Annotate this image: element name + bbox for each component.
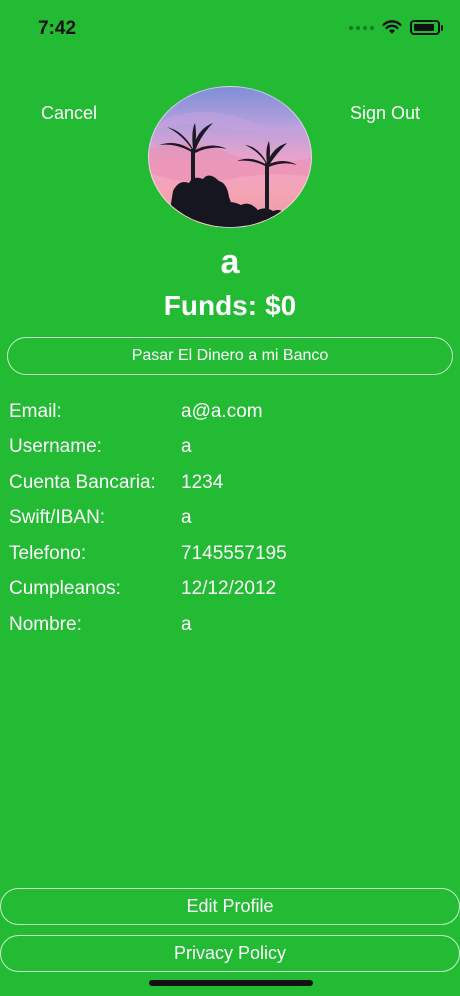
info-row-username: Username: a	[9, 430, 449, 466]
sign-out-button[interactable]: Sign Out	[350, 103, 420, 124]
bank-account-value: 1234	[181, 471, 224, 493]
funds-value: $0	[265, 290, 297, 321]
user-name: a	[220, 243, 240, 281]
username-label: Username:	[9, 436, 102, 458]
info-row-swift: Swift/IBAN: a	[9, 501, 449, 537]
email-label: Email:	[9, 400, 62, 422]
privacy-policy-button[interactable]: Privacy Policy	[0, 935, 460, 972]
battery-icon	[410, 20, 443, 35]
username-value: a	[181, 436, 192, 458]
info-row-birthday: Cumpleanos: 12/12/2012	[9, 572, 449, 608]
status-time: 7:42	[38, 18, 77, 39]
info-row-email: Email: a@a.com	[9, 394, 449, 430]
funds-label: Funds:	[163, 290, 258, 321]
phone-value: 7145557195	[181, 542, 287, 564]
funds-display: Funds: $0	[0, 290, 460, 322]
status-bar: 7:42	[0, 0, 460, 56]
palm-tree-photo	[149, 111, 311, 227]
info-row-name: Nombre: a	[9, 607, 449, 643]
avatar[interactable]	[148, 86, 312, 228]
swift-label: Swift/IBAN:	[9, 507, 106, 529]
info-row-bank-account: Cuenta Bancaria: 1234	[9, 465, 449, 501]
phone-label: Telefono:	[9, 542, 87, 564]
name-value: a	[181, 613, 192, 635]
info-row-phone: Telefono: 7145557195	[9, 536, 449, 572]
bank-account-label: Cuenta Bancaria:	[9, 471, 156, 493]
edit-profile-button[interactable]: Edit Profile	[0, 888, 460, 925]
wifi-icon	[382, 20, 402, 34]
transfer-to-bank-button[interactable]: Pasar El Dinero a mi Banco	[7, 337, 453, 375]
email-value: a@a.com	[181, 400, 263, 422]
swift-value: a	[181, 507, 192, 529]
name-label: Nombre:	[9, 613, 82, 635]
birthday-label: Cumpleanos:	[9, 578, 121, 600]
birthday-value: 12/12/2012	[181, 578, 277, 600]
home-indicator[interactable]	[149, 980, 313, 986]
profile-info-list: Email: a@a.com Username: a Cuenta Bancar…	[9, 394, 449, 643]
cellular-signal-icon	[349, 25, 374, 30]
cancel-button[interactable]: Cancel	[41, 103, 97, 124]
status-icons	[349, 20, 443, 35]
